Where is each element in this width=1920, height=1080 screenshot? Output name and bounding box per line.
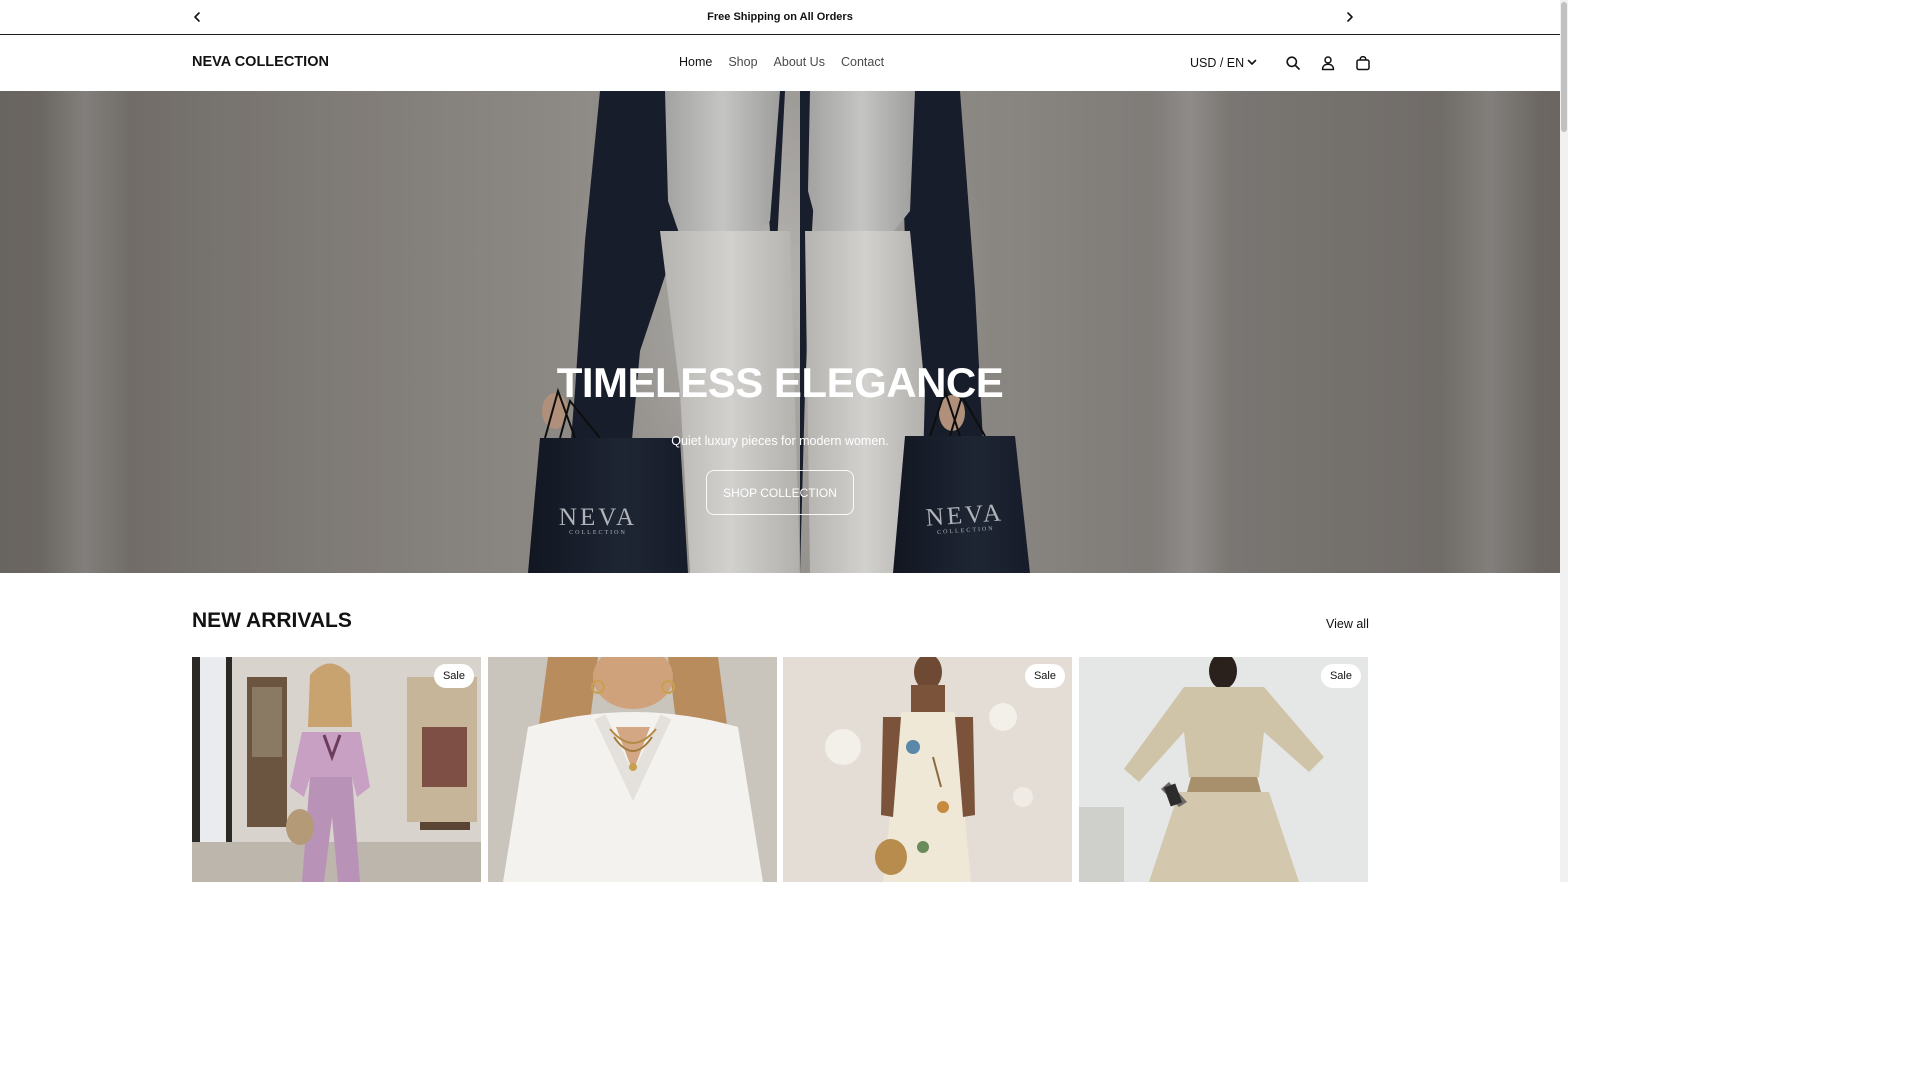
product-card[interactable]: Sale	[1079, 657, 1368, 882]
page: Free Shipping on All Orders NEVA COLLECT…	[0, 0, 1560, 882]
account-icon[interactable]	[1316, 51, 1340, 75]
product-grid: Sale Sale Sale	[192, 657, 1368, 882]
chevron-right-icon[interactable]	[1343, 10, 1357, 24]
header-tools: USD / EN	[1190, 51, 1375, 75]
product-image	[1079, 657, 1368, 882]
product-card[interactable]: Sale	[192, 657, 481, 882]
product-image	[488, 657, 777, 882]
hero-title: TIMELESS ELEGANCE	[556, 359, 1004, 406]
chevron-left-icon[interactable]	[190, 10, 204, 24]
new-arrivals-heading: NEW ARRIVALS	[192, 609, 352, 632]
chevron-down-icon	[1246, 56, 1258, 71]
site-header: NEVA COLLECTION Home Shop About Us Conta…	[0, 35, 1560, 91]
hero-banner: NEVA COLLECTION NEVA COLLECTION TIMELESS…	[0, 91, 1560, 573]
nav-item-contact[interactable]: Contact	[833, 55, 892, 69]
nav-item-home[interactable]: Home	[671, 55, 720, 69]
page-scrollbar[interactable]	[1560, 0, 1568, 882]
announcement-text: Free Shipping on All Orders	[707, 11, 853, 23]
shop-collection-button[interactable]: SHOP COLLECTION	[706, 470, 854, 515]
search-icon[interactable]	[1281, 51, 1305, 75]
nav-item-shop[interactable]: Shop	[720, 55, 765, 69]
product-card[interactable]: Sale	[783, 657, 1072, 882]
view-all-link[interactable]: View all	[1326, 617, 1369, 631]
store-logo[interactable]: NEVA COLLECTION	[192, 54, 329, 70]
product-image	[192, 657, 481, 882]
scrollbar-thumb[interactable]	[1561, 2, 1567, 132]
hero-subtitle: Quiet luxury pieces for modern women.	[671, 434, 889, 448]
locale-label: USD / EN	[1190, 56, 1245, 70]
main-nav: Home Shop About Us Contact	[671, 55, 892, 69]
cart-icon[interactable]	[1351, 51, 1375, 75]
sale-badge: Sale	[433, 664, 474, 688]
locale-selector[interactable]: USD / EN	[1190, 56, 1258, 71]
product-image	[783, 657, 1072, 882]
announcement-bar: Free Shipping on All Orders	[0, 0, 1560, 35]
product-card[interactable]	[488, 657, 777, 882]
nav-item-about-us[interactable]: About Us	[766, 55, 833, 69]
sale-badge: Sale	[1320, 664, 1361, 688]
sale-badge: Sale	[1024, 664, 1065, 688]
